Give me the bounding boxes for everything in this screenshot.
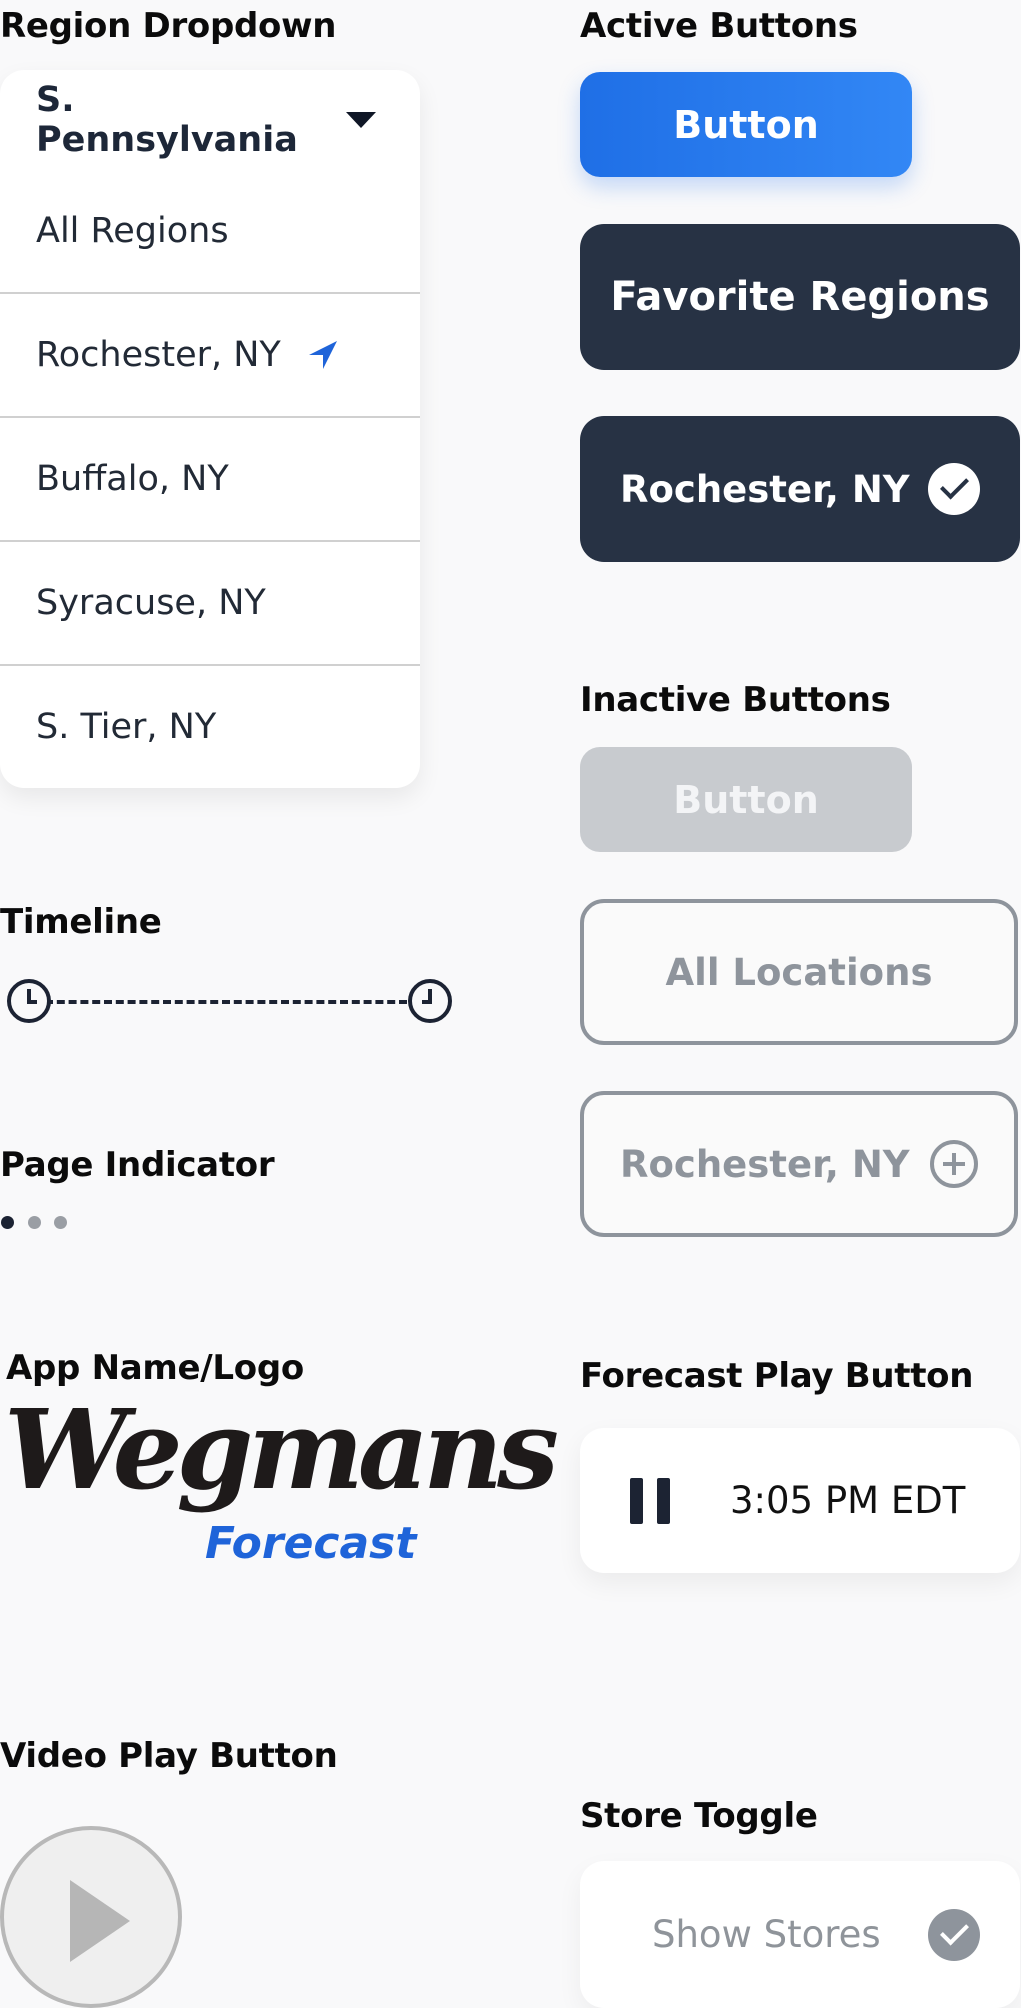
forecast-play-button[interactable]: 3:05 PM EDT <box>580 1428 1020 1573</box>
dropdown-item-syracuse[interactable]: Syracuse, NY <box>0 540 420 664</box>
section-label-region-dropdown: Region Dropdown <box>0 6 337 46</box>
caret-down-icon <box>346 112 376 128</box>
page-dot[interactable] <box>54 1216 67 1229</box>
location-arrow-icon <box>308 341 337 369</box>
region-dropdown-toggle[interactable]: S. Pennsylvania <box>0 70 420 170</box>
region-dropdown-selected: S. Pennsylvania <box>36 80 298 160</box>
timeline-track <box>45 1000 407 1004</box>
section-label-forecast-play-button: Forecast Play Button <box>580 1356 974 1396</box>
timeline-end-clock-icon[interactable] <box>408 979 452 1023</box>
dropdown-item-buffalo[interactable]: Buffalo, NY <box>0 416 420 540</box>
dropdown-item-label: Rochester, NY <box>36 335 281 375</box>
check-icon <box>928 463 980 515</box>
plus-icon <box>930 1140 978 1188</box>
pause-icon <box>630 1477 670 1524</box>
section-label-inactive-buttons: Inactive Buttons <box>580 680 891 720</box>
store-toggle[interactable]: Show Stores <box>580 1861 1020 2008</box>
disabled-button[interactable]: Button <box>580 747 912 852</box>
section-label-active-buttons: Active Buttons <box>580 6 858 46</box>
store-toggle-label: Show Stores <box>652 1913 881 1956</box>
selected-region-button[interactable]: Rochester, NY <box>580 416 1020 562</box>
dropdown-item-label: Buffalo, NY <box>36 459 229 499</box>
dropdown-item-label: S. Tier, NY <box>36 707 217 747</box>
section-label-video-play-button: Video Play Button <box>0 1736 338 1776</box>
primary-button[interactable]: Button <box>580 72 912 177</box>
dropdown-item-label: Syracuse, NY <box>36 583 266 623</box>
all-locations-button[interactable]: All Locations <box>580 899 1018 1045</box>
dropdown-item-label: All Regions <box>36 211 229 251</box>
app-logo-forecast: Forecast <box>205 1518 417 1569</box>
dropdown-item-s-tier[interactable]: S. Tier, NY <box>0 664 420 788</box>
check-icon <box>928 1908 980 1961</box>
section-label-store-toggle: Store Toggle <box>580 1796 818 1836</box>
selected-region-label: Rochester, NY <box>620 467 910 511</box>
region-dropdown-list: All Regions Rochester, NY Buffalo, NY Sy… <box>0 170 420 788</box>
page-dot[interactable] <box>28 1216 41 1229</box>
video-play-button[interactable] <box>0 1826 182 2008</box>
dropdown-item-rochester[interactable]: Rochester, NY <box>0 292 420 416</box>
app-logo-wegmans: Wegmans <box>4 1385 559 1514</box>
page-dot-active[interactable] <box>1 1216 14 1229</box>
favorite-regions-button[interactable]: Favorite Regions <box>580 224 1020 370</box>
section-label-app-name-logo: App Name/Logo <box>6 1348 304 1388</box>
add-region-label: Rochester, NY <box>620 1142 910 1186</box>
timeline-start-clock-icon[interactable] <box>7 979 51 1023</box>
play-icon <box>70 1880 130 1962</box>
forecast-time: 3:05 PM EDT <box>730 1479 966 1522</box>
section-label-timeline: Timeline <box>0 902 162 942</box>
section-label-page-indicator: Page Indicator <box>0 1145 275 1185</box>
dropdown-item-all-regions[interactable]: All Regions <box>0 170 420 292</box>
region-dropdown: S. Pennsylvania All Regions Rochester, N… <box>0 70 420 788</box>
add-region-button[interactable]: Rochester, NY <box>580 1091 1018 1237</box>
